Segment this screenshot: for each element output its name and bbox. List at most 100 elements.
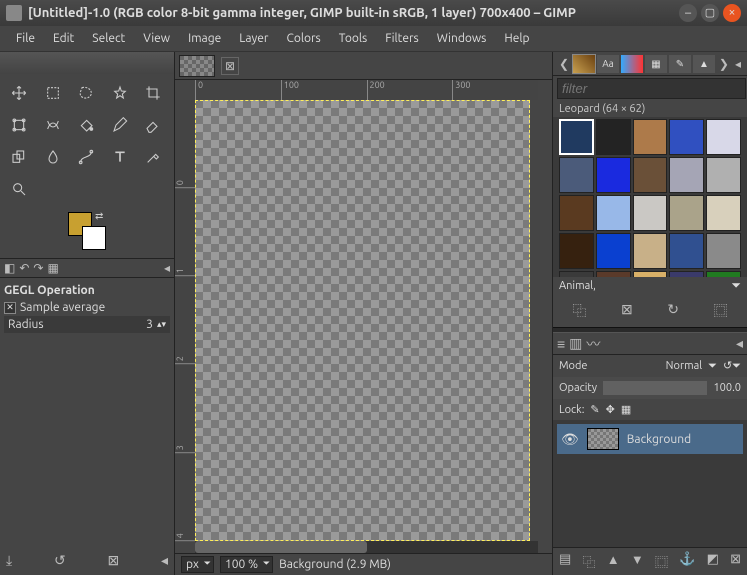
pattern-swatch[interactable] — [706, 195, 741, 231]
tab-scroll-left-icon[interactable]: ❮ — [557, 57, 571, 71]
duplicate-layer-icon[interactable]: ⿴ — [655, 552, 668, 571]
tab-menu-icon[interactable]: ◂ — [736, 335, 743, 352]
bucket-fill-tool[interactable] — [71, 110, 101, 140]
pattern-swatch[interactable] — [596, 157, 631, 193]
palettes-tab[interactable]: ▦ — [645, 55, 667, 73]
radius-spinner-icon[interactable]: ▴▾ — [157, 319, 166, 330]
fuzzy-select-tool[interactable] — [105, 78, 135, 108]
paths-tool[interactable] — [71, 142, 101, 172]
pattern-swatch[interactable] — [633, 157, 668, 193]
image-tab-close[interactable]: ⊠ — [221, 57, 239, 75]
pencil-tool[interactable] — [105, 110, 135, 140]
lower-layer-icon[interactable]: ▼ — [631, 552, 644, 571]
layer-visibility-icon[interactable]: 👁 — [561, 431, 579, 448]
images-tab[interactable]: ▦ — [47, 261, 58, 275]
pattern-filter-input[interactable] — [557, 78, 746, 99]
layer-thumbnail[interactable] — [587, 428, 619, 450]
lock-pixels-icon[interactable]: ✎ — [590, 403, 599, 416]
refresh-patterns-icon[interactable]: ↻ — [667, 301, 679, 321]
swap-colors-icon[interactable]: ⇄ — [95, 210, 103, 222]
menu-file[interactable]: File — [8, 28, 43, 49]
color-picker-tool[interactable] — [138, 142, 168, 172]
horizontal-scrollbar[interactable] — [195, 541, 538, 553]
clone-tool[interactable] — [4, 142, 34, 172]
zoom-tool[interactable] — [4, 174, 34, 204]
menu-colors[interactable]: Colors — [278, 28, 328, 49]
redo-tab[interactable]: ↷ — [33, 261, 43, 275]
zoom-selector[interactable]: 100 % — [220, 556, 273, 573]
pattern-swatch[interactable] — [633, 195, 668, 231]
ruler-vertical[interactable]: 0 1 2 3 4 — [175, 100, 195, 541]
smudge-tool[interactable] — [38, 142, 68, 172]
tab-scroll-right-icon[interactable]: ❯ — [717, 57, 731, 71]
merge-down-icon[interactable]: ⚓ — [679, 552, 695, 571]
unit-selector[interactable]: px — [181, 556, 214, 573]
background-swatch[interactable] — [82, 226, 106, 250]
pattern-swatch[interactable] — [596, 119, 631, 155]
tool-options-tab[interactable]: ◧ — [4, 261, 15, 275]
pattern-swatch[interactable] — [596, 195, 631, 231]
pattern-swatch[interactable] — [669, 195, 704, 231]
window-maximize-button[interactable]: ▢ — [701, 4, 719, 22]
menu-edit[interactable]: Edit — [45, 28, 82, 49]
mode-reset-icon[interactable]: ↺⏷ — [723, 359, 741, 373]
menu-view[interactable]: View — [135, 28, 178, 49]
pattern-swatch[interactable] — [633, 119, 668, 155]
opacity-value[interactable]: 100.0 — [713, 382, 741, 394]
pattern-swatch[interactable] — [559, 195, 594, 231]
menu-select[interactable]: Select — [84, 28, 133, 49]
layer-item[interactable]: 👁 Background — [557, 424, 743, 454]
pattern-swatch[interactable] — [559, 157, 594, 193]
delete-layer-icon[interactable]: ⊠ — [730, 552, 741, 571]
paths-tab[interactable]: 〰 — [586, 334, 600, 354]
ruler-horizontal[interactable]: 0 100 200 300 — [195, 80, 538, 100]
layer-name[interactable]: Background — [627, 433, 691, 446]
mode-value[interactable]: Normal — [666, 360, 703, 372]
open-as-image-icon[interactable]: ⿴ — [714, 301, 728, 321]
lock-alpha-icon[interactable]: ▦ — [621, 403, 631, 416]
raise-layer-icon[interactable]: ▲ — [607, 552, 620, 571]
sample-average-checkbox[interactable]: ✕ — [4, 302, 16, 314]
fonts-tab[interactable]: Aa — [597, 55, 619, 73]
radius-value[interactable]: 3 — [146, 318, 153, 331]
layers-tab[interactable]: ≡ — [557, 336, 565, 352]
mode-dropdown-icon[interactable]: ⏷ — [708, 360, 717, 373]
menu-filters[interactable]: Filters — [377, 28, 426, 49]
channels-tab[interactable]: ▥ — [569, 335, 582, 352]
opacity-slider[interactable] — [603, 381, 707, 395]
patterns-tab[interactable] — [573, 55, 595, 73]
pattern-category[interactable]: Animal, — [559, 280, 727, 292]
new-group-icon[interactable]: ⿻ — [583, 552, 596, 571]
tab-menu-icon[interactable]: ◂ — [164, 261, 170, 275]
reset-preset-icon[interactable]: ◂ — [161, 552, 168, 569]
duplicate-pattern-icon[interactable]: ⿻ — [572, 301, 586, 321]
pattern-swatch[interactable] — [669, 157, 704, 193]
free-select-tool[interactable] — [71, 78, 101, 108]
rect-select-tool[interactable] — [38, 78, 68, 108]
restore-preset-icon[interactable]: ↺ — [54, 552, 66, 569]
lock-position-icon[interactable]: ✥ — [606, 403, 615, 416]
delete-pattern-icon[interactable]: ⊠ — [621, 301, 633, 321]
category-dropdown-icon[interactable]: ⏷ — [731, 279, 741, 293]
pattern-swatch[interactable] — [706, 157, 741, 193]
gradients-tab[interactable] — [621, 55, 643, 73]
transform-tool[interactable] — [4, 110, 34, 140]
image-canvas[interactable] — [195, 100, 530, 541]
text-tool[interactable] — [105, 142, 135, 172]
pattern-swatch[interactable] — [559, 119, 594, 155]
new-layer-icon[interactable]: ▤ — [559, 552, 571, 571]
menu-layer[interactable]: Layer — [231, 28, 276, 49]
warp-tool[interactable] — [38, 110, 68, 140]
pattern-swatch[interactable] — [669, 233, 704, 269]
delete-preset-icon[interactable]: ⊠ — [107, 552, 119, 569]
window-close-button[interactable]: × — [723, 4, 741, 22]
save-preset-icon[interactable]: ⤓ — [6, 552, 12, 569]
pattern-swatch[interactable] — [633, 233, 668, 269]
move-tool[interactable] — [4, 78, 34, 108]
menu-windows[interactable]: Windows — [429, 28, 495, 49]
pattern-swatch[interactable] — [706, 119, 741, 155]
pattern-swatch[interactable] — [596, 233, 631, 269]
crop-tool[interactable] — [138, 78, 168, 108]
undo-history-tab[interactable]: ↶ — [19, 261, 29, 275]
menu-image[interactable]: Image — [180, 28, 229, 49]
